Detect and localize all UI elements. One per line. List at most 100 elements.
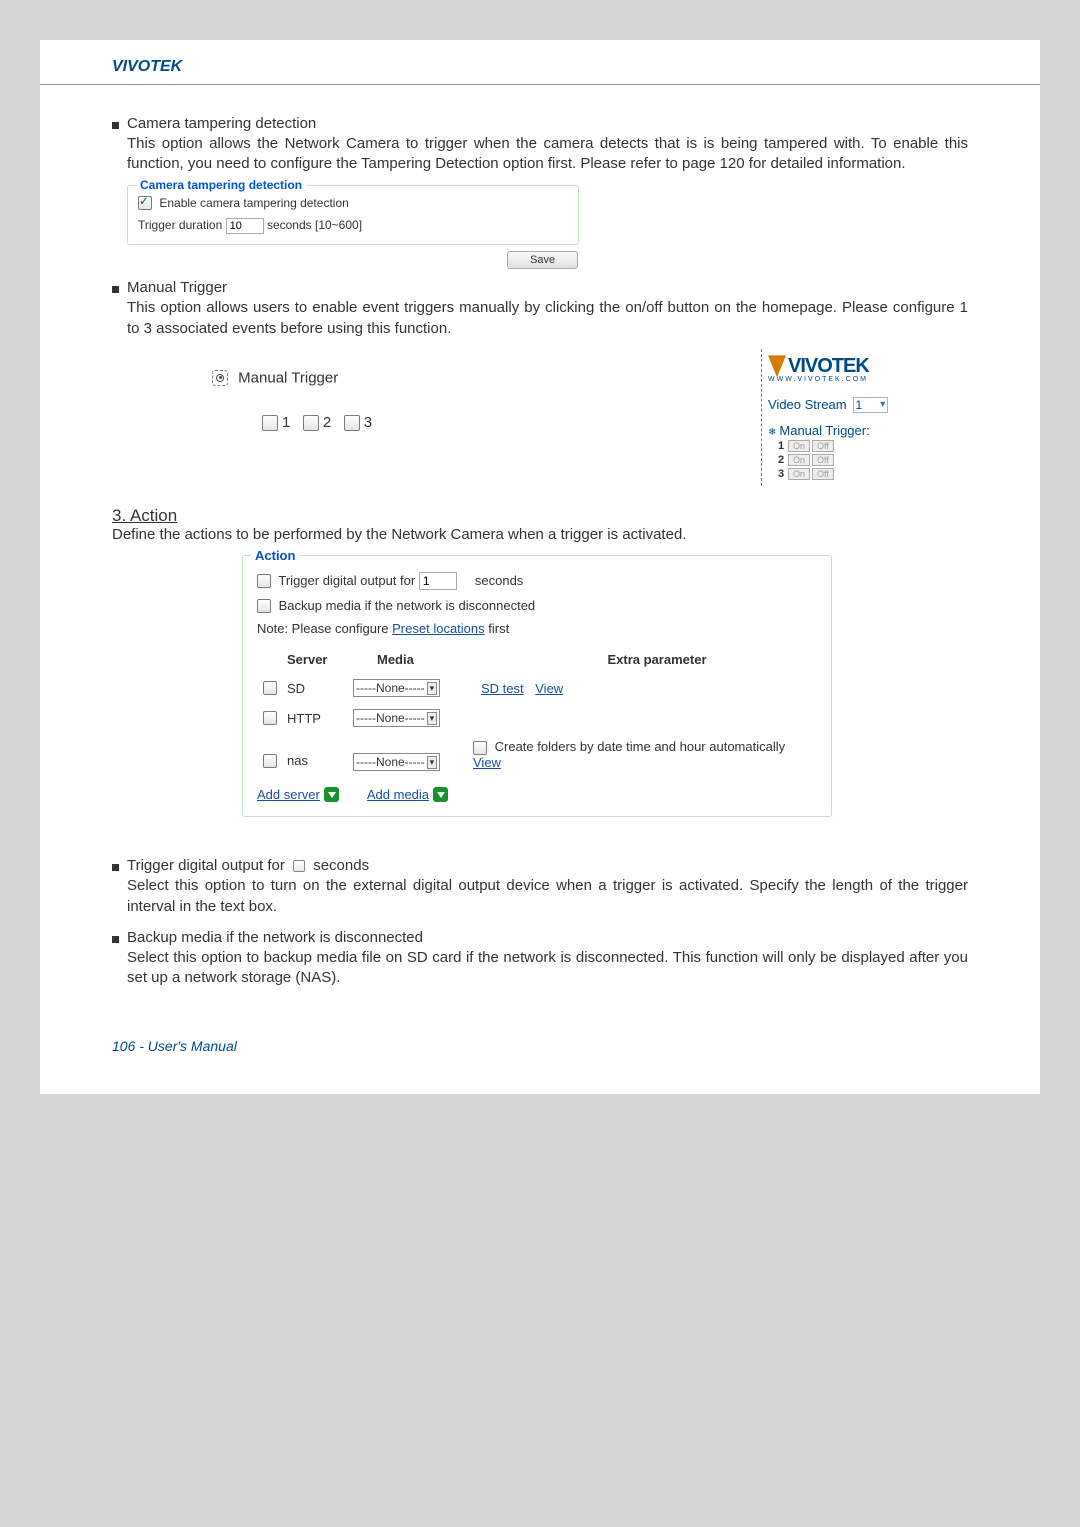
- mt-off-3[interactable]: Off: [812, 468, 834, 480]
- nas-media-select[interactable]: -----None----- ▾: [353, 753, 440, 771]
- sd-checkbox[interactable]: [263, 681, 277, 695]
- mt-row-1: 1 On Off: [778, 440, 968, 452]
- page-content: Camera tampering detection This option a…: [40, 115, 1040, 988]
- nas-folders-checkbox[interactable]: [473, 741, 487, 755]
- brand-title: VIVOTEK: [112, 58, 182, 75]
- bullet-backup-title: Backup media if the network is disconnec…: [112, 929, 968, 946]
- nas-media-value: -----None-----: [356, 755, 425, 769]
- bullet-title: Backup media if the network is disconnec…: [127, 929, 423, 946]
- bullet-manual-title: Manual Trigger: [112, 279, 968, 296]
- add-server-text: Add server: [257, 787, 320, 802]
- th-media: Media: [377, 652, 497, 667]
- sd-media-select[interactable]: -----None----- ▾: [353, 679, 440, 697]
- chevron-down-icon: ▾: [880, 399, 885, 410]
- input-placeholder-icon: [293, 860, 305, 872]
- page: VIVOTEK Camera tampering detection This …: [40, 40, 1040, 1094]
- manual-trigger-illustration: Manual Trigger 1 2 3 VIVOTEK WWW.VIVOTEK…: [112, 349, 968, 486]
- square-bullet-icon: [112, 286, 119, 293]
- enable-tampering-label: Enable camera tampering detection: [159, 196, 348, 210]
- logo-text: VIVOTEK: [788, 355, 869, 378]
- mt-off-2[interactable]: Off: [812, 454, 834, 466]
- tampering-legend: Camera tampering detection: [136, 178, 306, 192]
- http-media-select[interactable]: -----None----- ▾: [353, 709, 440, 727]
- add-row: Add server Add media: [257, 787, 817, 802]
- chevron-down-icon: [433, 787, 448, 802]
- duration-label: Trigger duration: [138, 218, 222, 232]
- mt-off-1[interactable]: Off: [812, 440, 834, 452]
- mt-right: VIVOTEK WWW.VIVOTEK.COM Video Stream 1 ▾…: [761, 349, 968, 486]
- mt-check-2[interactable]: [303, 415, 319, 431]
- digout-checkbox[interactable]: [257, 574, 271, 588]
- mt-num-3: 3: [778, 468, 786, 480]
- backup-checkbox[interactable]: [257, 599, 271, 613]
- manual-trigger-radio[interactable]: [212, 370, 228, 386]
- add-media-link[interactable]: Add media: [367, 787, 448, 802]
- save-button[interactable]: Save: [507, 251, 578, 269]
- mt-check-2-label: 2: [323, 414, 331, 431]
- digout-label-a: Trigger digital output for: [278, 573, 415, 588]
- vivotek-logo: VIVOTEK: [768, 355, 968, 378]
- th-server: Server: [257, 652, 377, 667]
- table-row-http: HTTP -----None----- ▾: [257, 703, 817, 733]
- mt-on-3[interactable]: On: [788, 468, 810, 480]
- sd-media-value: -----None-----: [356, 681, 425, 695]
- nas-folders-label: Create folders by date time and hour aut…: [495, 739, 786, 754]
- chevron-down-icon: ▾: [427, 712, 438, 725]
- section-3-heading: 3. Action: [112, 506, 968, 526]
- mt-check-1-label: 1: [282, 414, 290, 431]
- digout-title-b: seconds: [309, 857, 369, 874]
- table-header: Server Media Extra parameter: [257, 646, 817, 673]
- http-checkbox[interactable]: [263, 711, 277, 725]
- action-fieldset: Action Trigger digital output for second…: [242, 555, 832, 818]
- bullet-digout-title: Trigger digital output for seconds: [112, 857, 968, 874]
- sd-label: SD: [287, 681, 305, 696]
- page-header: VIVOTEK: [40, 40, 1040, 85]
- table-row-nas: nas -----None----- ▾ Create folders by d…: [257, 733, 817, 777]
- mt-check-3-label: 3: [364, 414, 372, 431]
- sd-test-link[interactable]: SD test: [481, 681, 524, 696]
- preset-locations-link[interactable]: Preset locations: [392, 621, 485, 636]
- digout-title-a: Trigger digital output for: [127, 857, 289, 874]
- http-label: HTTP: [287, 711, 321, 726]
- page-footer: 106 - User's Manual: [40, 988, 1040, 1054]
- square-bullet-icon: [112, 864, 119, 871]
- backup-row: Backup media if the network is disconnec…: [257, 598, 817, 614]
- mt-num-2: 2: [778, 454, 786, 466]
- mt-check-1[interactable]: [262, 415, 278, 431]
- bullet-title: Trigger digital output for seconds: [127, 857, 369, 874]
- mt-radio-row: Manual Trigger: [212, 369, 761, 387]
- bullet-tampering-text: This option allows the Network Camera to…: [127, 134, 968, 175]
- mt-row-3: 3 On Off: [778, 468, 968, 480]
- mt-on-1[interactable]: On: [788, 440, 810, 452]
- enable-tampering-checkbox[interactable]: [138, 196, 152, 210]
- duration-input[interactable]: [226, 218, 264, 234]
- digout-input[interactable]: [419, 572, 457, 590]
- mt-on-2[interactable]: On: [788, 454, 810, 466]
- backup-label: Backup media if the network is disconnec…: [279, 598, 536, 613]
- bullet-manual-text: This option allows users to enable event…: [127, 298, 968, 339]
- mt-num-1: 1: [778, 440, 786, 452]
- nas-view-link[interactable]: View: [473, 755, 501, 770]
- note-row: Note: Please configure Preset locations …: [257, 621, 817, 636]
- nas-checkbox[interactable]: [263, 754, 277, 768]
- sd-view-link[interactable]: View: [535, 681, 563, 696]
- video-stream-row: Video Stream 1 ▾: [768, 397, 968, 413]
- note-a: Note: Please configure: [257, 621, 392, 636]
- save-row: Save: [112, 247, 968, 269]
- square-bullet-icon: [112, 936, 119, 943]
- bullet-tampering-title: Camera tampering detection: [112, 115, 968, 132]
- add-server-link[interactable]: Add server: [257, 787, 339, 802]
- manual-trigger-label: Manual Trigger: [238, 369, 338, 386]
- enable-row: Enable camera tampering detection: [138, 196, 568, 211]
- tampering-fieldset: Camera tampering detection Enable camera…: [127, 185, 579, 246]
- mt-check-3[interactable]: [344, 415, 360, 431]
- http-media-value: -----None-----: [356, 711, 425, 725]
- add-media-text: Add media: [367, 787, 429, 802]
- chevron-down-icon: ▾: [427, 756, 438, 769]
- action-legend: Action: [251, 548, 299, 563]
- video-stream-label: Video Stream: [768, 397, 847, 412]
- video-stream-select[interactable]: 1 ▾: [853, 397, 889, 413]
- section-3-text: Define the actions to be performed by th…: [112, 526, 968, 543]
- square-bullet-icon: [112, 122, 119, 129]
- note-b: first: [485, 621, 510, 636]
